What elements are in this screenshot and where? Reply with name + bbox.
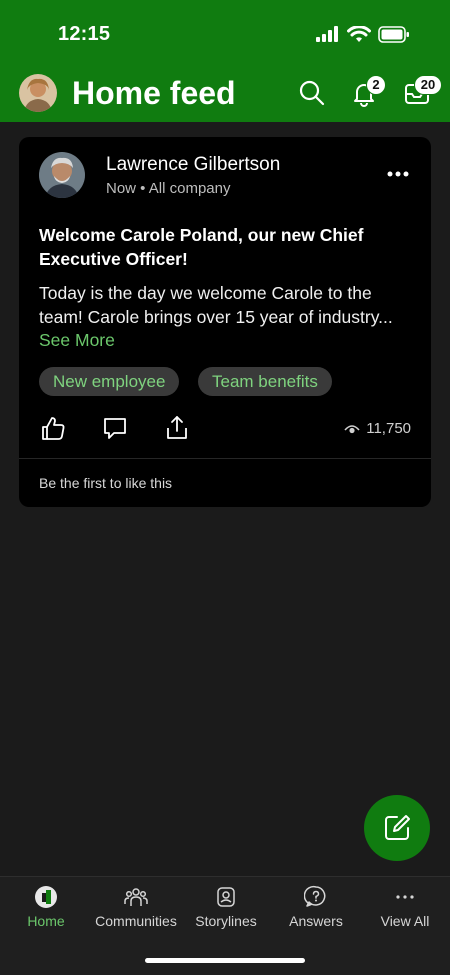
tag-new-employee[interactable]: New employee [39, 367, 180, 396]
eye-icon [344, 425, 360, 434]
view-count-value: 11,750 [366, 420, 411, 437]
tab-storylines-label: Storylines [195, 913, 257, 929]
user-avatar[interactable] [19, 74, 57, 112]
people-group-icon [124, 888, 148, 906]
like-icon[interactable] [39, 414, 67, 442]
like-note: Be the first to like this [39, 475, 173, 491]
post-title: Welcome Carole Poland, our new Chief Exe… [39, 225, 364, 269]
card-divider [19, 458, 431, 459]
author-name[interactable]: Lawrence Gilbertson [106, 154, 280, 176]
app-header: 12:15 Home feed 2 20 [0, 0, 450, 122]
tab-home-label: Home [27, 913, 65, 929]
see-more-link[interactable]: See More [39, 330, 115, 351]
comment-icon[interactable] [101, 414, 129, 442]
tab-answers-label: Answers [289, 913, 343, 929]
cellular-signal-icon [316, 26, 338, 42]
tab-communities[interactable]: Communities [91, 877, 181, 939]
post-meta: Now • All company [106, 180, 231, 197]
storyline-icon [217, 887, 235, 907]
post-card[interactable]: Lawrence Gilbertson Now • All company We… [19, 137, 431, 507]
tab-view-all[interactable]: View All [360, 877, 450, 939]
notification-count-badge: 2 [366, 75, 386, 95]
tab-home[interactable]: Home [1, 877, 91, 939]
compose-icon [385, 815, 410, 840]
author-avatar[interactable] [39, 152, 85, 198]
home-indicator [145, 958, 305, 963]
home-network-icon [35, 886, 57, 908]
more-options-icon[interactable] [385, 167, 411, 181]
search-icon[interactable] [297, 78, 327, 108]
page-title: Home feed [72, 75, 236, 111]
tab-view-all-label: View All [380, 913, 430, 929]
view-count: 11,750 [344, 420, 411, 437]
tab-answers[interactable]: Answers [271, 877, 361, 939]
battery-icon [378, 26, 409, 43]
post-body: Today is the day we welcome Carole to th… [39, 283, 393, 327]
wifi-icon [347, 26, 371, 42]
tag-team-benefits[interactable]: Team benefits [198, 367, 332, 396]
ellipsis-icon [396, 895, 414, 899]
share-icon[interactable] [163, 414, 191, 442]
compose-button[interactable] [364, 795, 430, 861]
inbox-count-badge: 20 [414, 75, 442, 95]
question-chat-icon [304, 885, 326, 907]
tab-communities-label: Communities [95, 913, 177, 929]
status-time: 12:15 [58, 23, 111, 45]
tab-storylines[interactable]: Storylines [181, 877, 271, 939]
